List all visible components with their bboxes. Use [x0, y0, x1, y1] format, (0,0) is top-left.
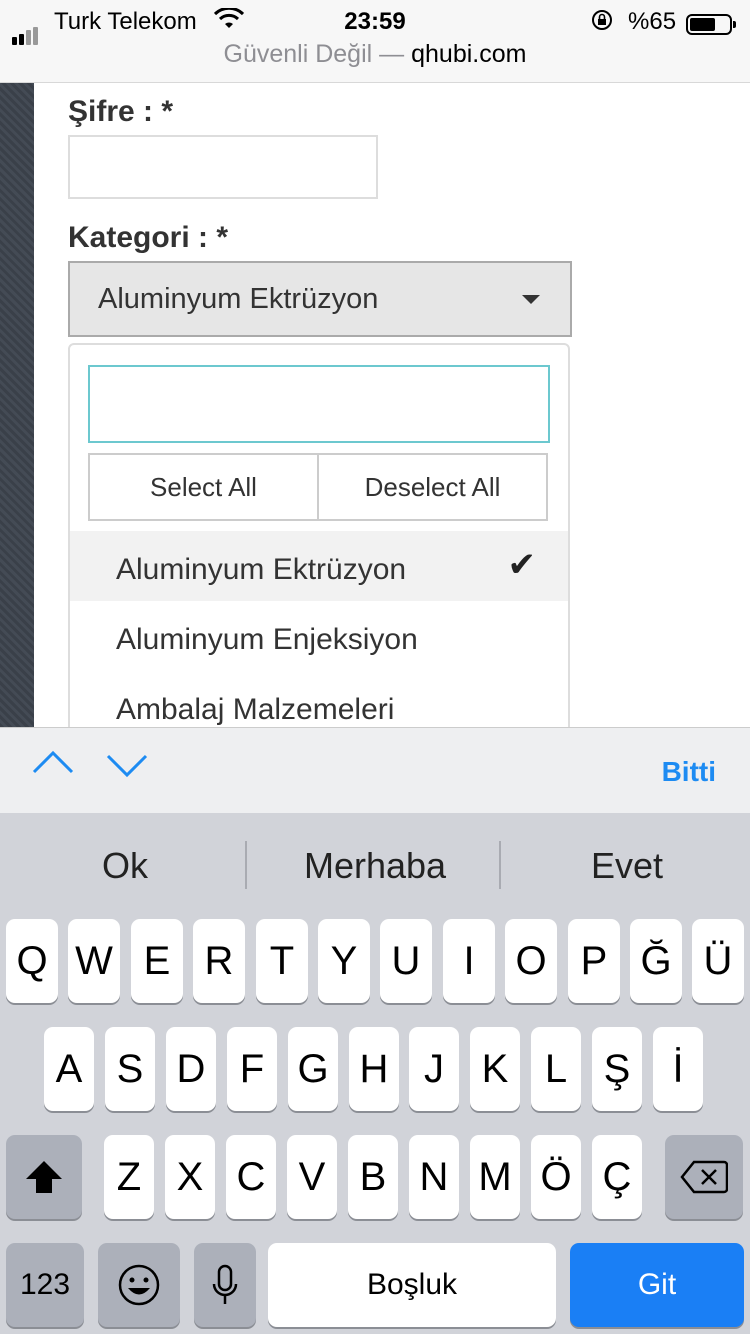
dropdown-search-input[interactable]: [88, 365, 550, 443]
key-w[interactable]: W: [68, 919, 120, 1003]
orientation-lock-icon: [590, 8, 614, 39]
battery-icon: [686, 14, 736, 35]
key-k[interactable]: K: [470, 1027, 520, 1111]
dropdown-option[interactable]: Aluminyum Ektrüzyon ✔: [70, 531, 568, 601]
space-key[interactable]: Boşluk: [268, 1243, 556, 1327]
sidebar-strip: [0, 83, 34, 727]
key-t[interactable]: T: [256, 919, 308, 1003]
status-bar: Turk Telekom 23:59 %65 Güvenli Değil — q…: [0, 0, 750, 83]
key-ç[interactable]: Ç: [592, 1135, 642, 1219]
key-x[interactable]: X: [165, 1135, 215, 1219]
suggestion-2[interactable]: Merhaba: [250, 845, 500, 887]
chevron-down-icon[interactable]: [106, 744, 148, 784]
checkmark-icon: ✔: [507, 546, 537, 584]
key-i[interactable]: I: [443, 919, 495, 1003]
suggestion-divider: [499, 841, 501, 889]
key-z[interactable]: Z: [104, 1135, 154, 1219]
key-o[interactable]: O: [505, 919, 557, 1003]
suggestion-bar: Ok Merhaba Evet: [0, 813, 750, 919]
suggestion-divider: [245, 841, 247, 889]
option-label: Aluminyum Enjeksiyon: [116, 623, 418, 656]
key-b[interactable]: B: [348, 1135, 398, 1219]
key-d[interactable]: D: [166, 1027, 216, 1111]
shift-key[interactable]: [6, 1135, 82, 1219]
battery-percent: %65: [628, 8, 677, 35]
dropdown-option[interactable]: Ambalaj Malzemeleri: [70, 671, 568, 727]
url-bar[interactable]: Güvenli Değil — qhubi.com: [0, 40, 750, 69]
key-ö[interactable]: Ö: [531, 1135, 581, 1219]
password-field[interactable]: [68, 135, 378, 199]
key-n[interactable]: N: [409, 1135, 459, 1219]
go-key[interactable]: Git: [570, 1243, 744, 1327]
security-label: Güvenli Değil —: [223, 40, 405, 68]
key-j[interactable]: J: [409, 1027, 459, 1111]
key-y[interactable]: Y: [318, 919, 370, 1003]
delete-key[interactable]: [665, 1135, 743, 1219]
key-h[interactable]: H: [349, 1027, 399, 1111]
key-p[interactable]: P: [568, 919, 620, 1003]
keyboard: Ok Merhaba Evet 123 Boşluk Git QWERTYUIO…: [0, 813, 750, 1334]
key-ğ[interactable]: Ğ: [630, 919, 682, 1003]
key-e[interactable]: E: [131, 919, 183, 1003]
deselect-all-button[interactable]: Deselect All: [317, 455, 546, 519]
suggestion-3[interactable]: Evet: [502, 845, 750, 887]
key-c[interactable]: C: [226, 1135, 276, 1219]
dropdown-option[interactable]: Aluminyum Enjeksiyon: [70, 601, 568, 671]
key-u[interactable]: U: [380, 919, 432, 1003]
key-l[interactable]: L: [531, 1027, 581, 1111]
emoji-key[interactable]: [98, 1243, 180, 1327]
chevron-down-icon: [522, 295, 540, 304]
category-dropdown: Select All Deselect All Aluminyum Ektrüz…: [68, 343, 570, 727]
microphone-key[interactable]: [194, 1243, 256, 1327]
key-m[interactable]: M: [470, 1135, 520, 1219]
numbers-key[interactable]: 123: [6, 1243, 84, 1327]
password-label: Şifre : *: [68, 95, 174, 128]
key-a[interactable]: A: [44, 1027, 94, 1111]
key-q[interactable]: Q: [6, 919, 58, 1003]
key-v[interactable]: V: [287, 1135, 337, 1219]
page-content: Şifre : * Kategori : * Aluminyum Ektrüzy…: [34, 83, 750, 727]
key-i̇[interactable]: İ: [653, 1027, 703, 1111]
url-domain: qhubi.com: [411, 40, 527, 68]
done-button[interactable]: Bitti: [662, 756, 716, 788]
key-s[interactable]: S: [105, 1027, 155, 1111]
category-selected-value: Aluminyum Ektrüzyon: [98, 283, 379, 315]
option-label: Aluminyum Ektrüzyon: [116, 553, 407, 586]
suggestion-1[interactable]: Ok: [0, 845, 250, 887]
key-f[interactable]: F: [227, 1027, 277, 1111]
select-all-button[interactable]: Select All: [90, 455, 317, 519]
option-label: Ambalaj Malzemeleri: [116, 693, 395, 726]
key-ş[interactable]: Ş: [592, 1027, 642, 1111]
keyboard-accessory-bar: Bitti: [0, 727, 750, 814]
category-select[interactable]: Aluminyum Ektrüzyon: [68, 261, 572, 337]
category-label: Kategori : *: [68, 221, 229, 254]
select-buttons: Select All Deselect All: [88, 453, 548, 521]
key-ü[interactable]: Ü: [692, 919, 744, 1003]
key-r[interactable]: R: [193, 919, 245, 1003]
chevron-up-icon[interactable]: [32, 744, 74, 784]
key-g[interactable]: G: [288, 1027, 338, 1111]
